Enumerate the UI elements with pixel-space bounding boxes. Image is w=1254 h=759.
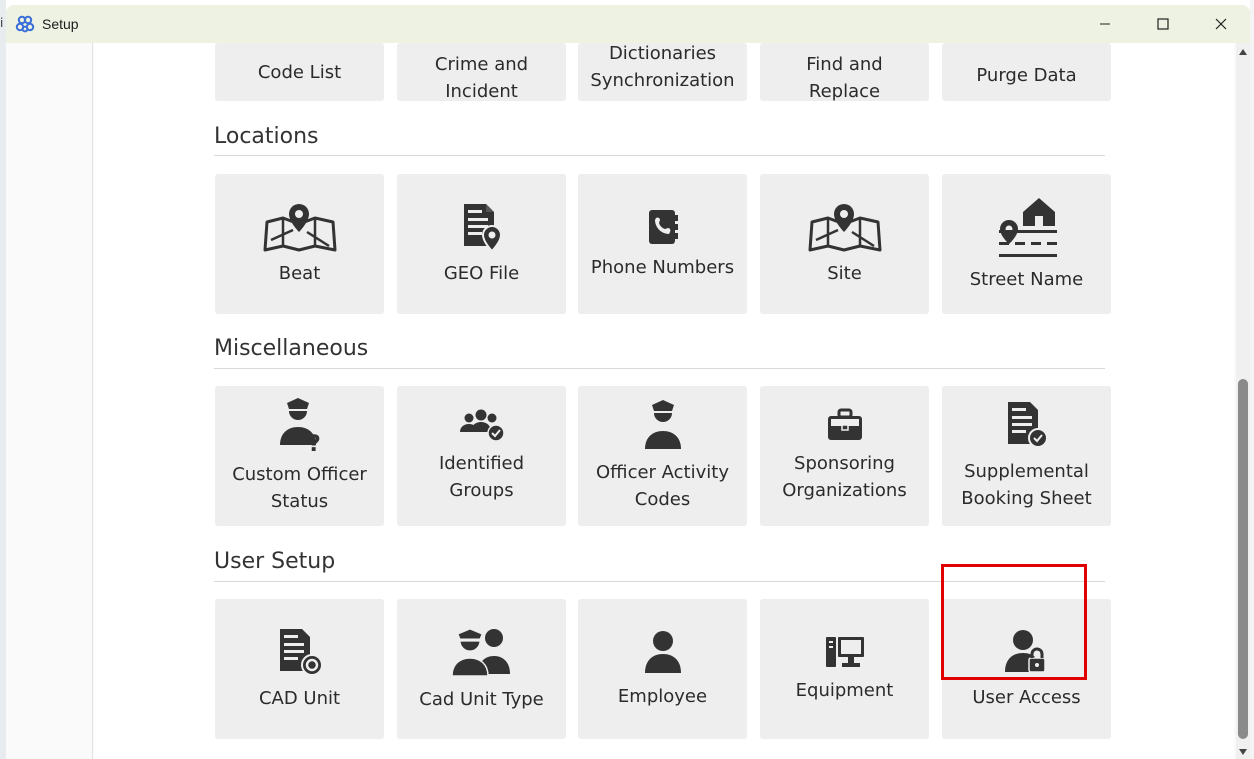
tile-label: Code List xyxy=(257,61,342,83)
tile-employee[interactable]: Employee xyxy=(578,599,747,739)
section-divider xyxy=(214,581,1105,582)
tile-label: GEO File xyxy=(443,262,520,284)
desktop-text-fragment: i xyxy=(0,16,4,30)
window-title: Setup xyxy=(42,16,79,32)
tile-user-access[interactable]: User Access xyxy=(942,599,1111,739)
tile-label: Site xyxy=(827,262,862,284)
section-title-locations: Locations xyxy=(214,124,319,149)
tile-label: Sponsoring Organizations xyxy=(782,453,907,501)
tile-supplemental-booking-sheet[interactable]: Supplemental Booking Sheet xyxy=(942,386,1111,526)
tile-cad-unit[interactable]: CAD Unit xyxy=(215,599,384,739)
minimize-icon xyxy=(1100,23,1110,25)
tile-label: Beat xyxy=(278,262,321,284)
map-pin-icon xyxy=(263,202,337,252)
scroll-down-arrow-icon[interactable] xyxy=(1238,747,1248,757)
section-divider xyxy=(214,368,1105,369)
tile-label: User Access xyxy=(972,686,1081,708)
tile-label: Phone Numbers xyxy=(590,256,735,278)
computer-icon xyxy=(824,635,866,669)
tile-identified-groups[interactable]: Identified Groups xyxy=(397,386,566,526)
vertical-scrollbar[interactable] xyxy=(1236,43,1250,759)
tile-label: Custom Officer Status xyxy=(232,464,367,512)
tile-label: CAD Unit xyxy=(258,687,341,709)
left-navigation-pane xyxy=(6,43,93,759)
phone-book-icon xyxy=(646,208,680,246)
officer-icon xyxy=(643,399,683,451)
section-divider xyxy=(214,155,1105,156)
tile-sponsoring-organizations[interactable]: Sponsoring Organizations xyxy=(760,386,929,526)
tile-code-list[interactable]: Code List xyxy=(215,43,384,101)
tile-label: Employee xyxy=(617,685,708,707)
officer-pair-icon xyxy=(451,626,512,678)
map-pin-icon xyxy=(808,202,882,252)
tile-label: Officer Activity Codes xyxy=(596,462,729,510)
maximize-button[interactable] xyxy=(1134,5,1192,43)
briefcase-icon xyxy=(826,408,864,442)
tile-label: Supplemental Booking Sheet xyxy=(961,461,1092,509)
close-icon xyxy=(1215,18,1227,30)
scroll-up-arrow-icon[interactable] xyxy=(1238,47,1248,57)
section-title-miscellaneous: Miscellaneous xyxy=(214,336,369,361)
tile-geo-file[interactable]: GEO File xyxy=(397,174,566,314)
document-pin-icon xyxy=(460,202,504,252)
tile-label: Street Name xyxy=(969,268,1084,290)
tile-site[interactable]: Site xyxy=(760,174,929,314)
user-lock-icon xyxy=(1004,628,1049,676)
tile-custom-officer-status[interactable]: ? Custom Officer Status xyxy=(215,386,384,526)
tile-cad-unit-type[interactable]: Cad Unit Type xyxy=(397,599,566,739)
tile-label: Equipment xyxy=(795,679,894,701)
section-title-user-setup: User Setup xyxy=(214,549,336,574)
desktop-background-right xyxy=(1250,0,1254,759)
tile-label: Purge Data xyxy=(976,64,1077,86)
tile-officer-activity-codes[interactable]: Officer Activity Codes xyxy=(578,386,747,526)
tile-street-name[interactable]: Street Name xyxy=(942,174,1111,314)
tile-dictionaries-synchronization[interactable]: Dictionaries Synchronization xyxy=(578,43,747,101)
minimize-button[interactable] xyxy=(1076,5,1134,43)
street-house-icon xyxy=(995,196,1059,258)
close-button[interactable] xyxy=(1192,5,1250,43)
tile-label: Find and Replace xyxy=(806,54,883,102)
tile-phone-numbers[interactable]: Phone Numbers xyxy=(578,174,747,314)
tile-crime-and-incident[interactable]: Crime and Incident xyxy=(397,43,566,102)
tile-label: Crime and Incident xyxy=(434,54,529,102)
group-check-icon xyxy=(459,408,505,442)
tile-purge-data[interactable]: Purge Data xyxy=(942,43,1111,101)
tile-equipment[interactable]: Equipment xyxy=(760,599,929,739)
window-titlebar: Setup xyxy=(6,5,1250,43)
tile-label: Cad Unit Type xyxy=(419,688,544,710)
user-icon xyxy=(644,629,682,675)
app-logo-icon xyxy=(14,13,36,35)
officer-question-icon: ? xyxy=(278,397,322,453)
tile-label: Dictionaries Synchronization xyxy=(590,43,735,91)
document-check-icon xyxy=(1004,400,1050,450)
maximize-icon xyxy=(1157,18,1169,30)
scrollbar-thumb[interactable] xyxy=(1238,379,1248,739)
tile-find-and-replace[interactable]: Find and Replace xyxy=(760,43,929,102)
tile-label: Identified Groups xyxy=(438,453,525,501)
window-controls xyxy=(1076,5,1250,43)
tile-beat[interactable]: Beat xyxy=(215,174,384,314)
svg-text:?: ? xyxy=(308,432,321,453)
document-gear-icon xyxy=(276,627,324,677)
